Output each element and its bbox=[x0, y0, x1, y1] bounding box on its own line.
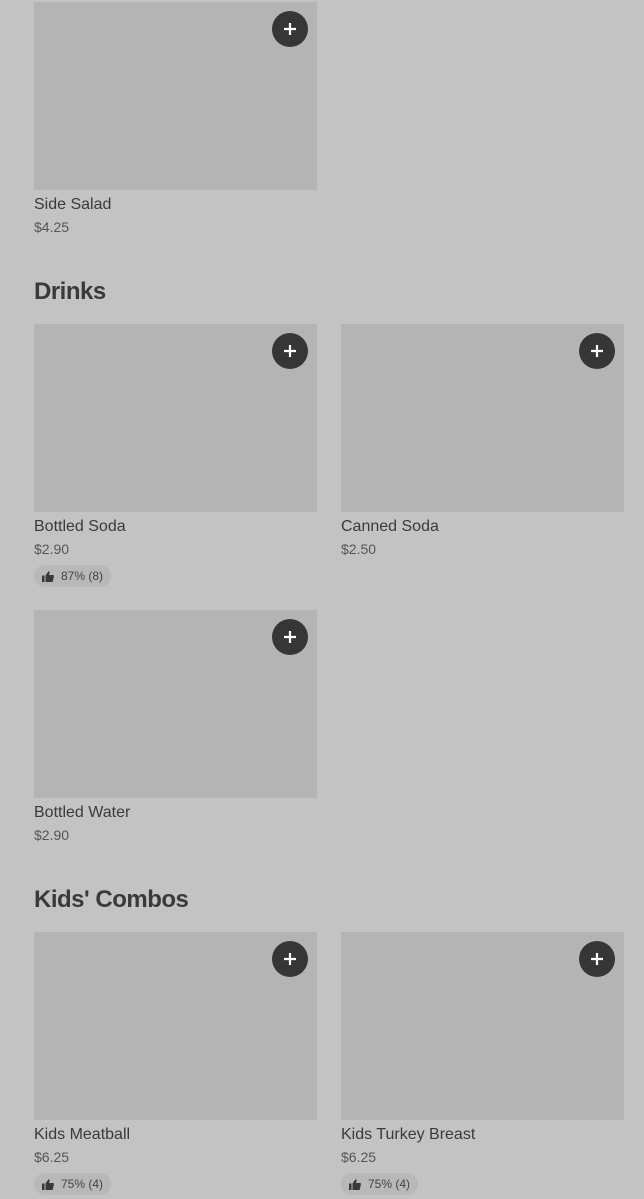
item-image[interactable] bbox=[341, 932, 624, 1120]
item-name: Bottled Water bbox=[34, 804, 131, 821]
item-price: $2.90 bbox=[34, 541, 70, 557]
plus-icon bbox=[591, 345, 603, 357]
item-price: $6.25 bbox=[34, 1149, 70, 1165]
menu-item-card[interactable]: Kids Meatball $6.25 75% (4) bbox=[34, 932, 317, 1195]
add-to-cart-button[interactable] bbox=[272, 941, 308, 977]
menu-item-card[interactable]: Bottled Water $2.90 bbox=[34, 610, 317, 844]
thumbs-up-icon bbox=[349, 1178, 361, 1190]
item-image[interactable] bbox=[34, 2, 317, 190]
rating-text: 87% (8) bbox=[61, 569, 104, 583]
add-to-cart-button[interactable] bbox=[272, 11, 308, 47]
menu-item-card[interactable]: Kids Turkey Breast $6.25 75% (4) bbox=[341, 932, 624, 1195]
item-image[interactable] bbox=[34, 932, 317, 1120]
item-name: Bottled Soda bbox=[34, 518, 126, 535]
rating-badge: 75% (4) bbox=[34, 1173, 112, 1195]
add-to-cart-button[interactable] bbox=[579, 941, 615, 977]
plus-icon bbox=[284, 631, 296, 643]
section-title-drinks: Drinks bbox=[34, 278, 106, 305]
section-title-kids-combos: Kids' Combos bbox=[34, 886, 189, 913]
rating-badge: 87% (8) bbox=[34, 565, 112, 587]
item-image[interactable] bbox=[341, 324, 624, 512]
plus-icon bbox=[284, 23, 296, 35]
item-price: $2.90 bbox=[34, 827, 70, 843]
menu-page: Side Salad $4.25 Drinks Bottled Soda $2.… bbox=[0, 0, 644, 1199]
menu-item-card[interactable]: Canned Soda $2.50 bbox=[341, 324, 624, 558]
rating-text: 75% (4) bbox=[368, 1177, 411, 1191]
item-image[interactable] bbox=[34, 324, 317, 512]
thumbs-up-icon bbox=[42, 570, 54, 582]
item-name: Kids Turkey Breast bbox=[341, 1126, 476, 1143]
add-to-cart-button[interactable] bbox=[272, 619, 308, 655]
item-price: $2.50 bbox=[341, 541, 377, 557]
add-to-cart-button[interactable] bbox=[579, 333, 615, 369]
item-name: Canned Soda bbox=[341, 518, 439, 535]
thumbs-up-icon bbox=[42, 1178, 54, 1190]
item-price: $4.25 bbox=[34, 219, 70, 235]
item-name: Side Salad bbox=[34, 196, 112, 213]
menu-item-card[interactable]: Side Salad $4.25 bbox=[34, 2, 317, 236]
menu-item-card[interactable]: Bottled Soda $2.90 87% (8) bbox=[34, 324, 317, 587]
plus-icon bbox=[284, 953, 296, 965]
item-image[interactable] bbox=[34, 610, 317, 798]
rating-text: 75% (4) bbox=[61, 1177, 104, 1191]
item-name: Kids Meatball bbox=[34, 1126, 131, 1143]
item-price: $6.25 bbox=[341, 1149, 377, 1165]
plus-icon bbox=[284, 345, 296, 357]
rating-badge: 75% (4) bbox=[341, 1173, 419, 1195]
add-to-cart-button[interactable] bbox=[272, 333, 308, 369]
plus-icon bbox=[591, 953, 603, 965]
